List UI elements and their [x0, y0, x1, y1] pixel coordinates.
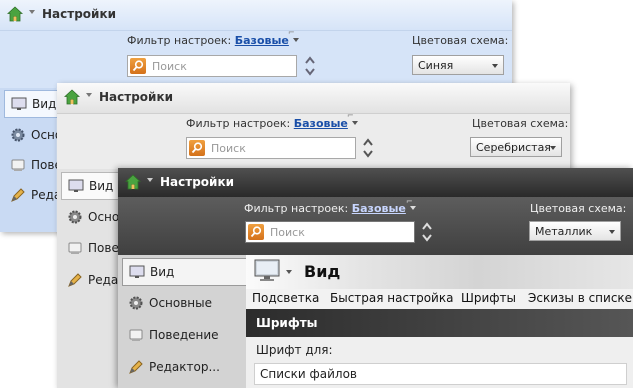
chevron-down-icon[interactable] [29, 10, 35, 14]
search-placeholder: Поиск [211, 142, 246, 155]
monitor-icon [11, 97, 27, 110]
font-for-label: Шрифт для: [256, 343, 333, 357]
tab-quick-setup[interactable]: Быстрая настройка [330, 291, 453, 305]
tab-highlight[interactable]: Подсветка [252, 291, 319, 305]
editor-pencil-icon [11, 188, 25, 202]
sidebar-item-label: Редактор... [149, 360, 220, 374]
title-bar: Настройки [0, 0, 512, 31]
home-icon[interactable] [7, 6, 23, 22]
color-scheme-value: Синяя [418, 59, 454, 72]
gear-icon [68, 210, 82, 224]
monitor-icon [129, 265, 145, 278]
chevron-down-icon[interactable] [86, 93, 92, 97]
filter-link[interactable]: Базовые [235, 34, 289, 47]
toolbar-area: Фильтр настроек: Базовые ⌐ Цветовая схем… [118, 197, 633, 255]
behavior-icon [11, 159, 25, 171]
monitor-icon [254, 259, 280, 281]
tab-thumbnails[interactable]: Эскизы в списке [528, 291, 632, 305]
color-scheme-select[interactable]: Серебристая [470, 137, 562, 157]
chevron-down-icon[interactable] [409, 206, 416, 210]
sidebar-item-label: Вид [150, 265, 175, 279]
list-item-label: Списки файлов [260, 367, 357, 381]
sidebar: Вид Осно Пове Редак [57, 169, 126, 388]
window-title: Настройки [99, 90, 174, 104]
color-scheme-label: Цветовая схема: [472, 117, 569, 130]
sidebar-item-label: Вид [89, 179, 114, 193]
search-input[interactable]: Поиск [186, 137, 356, 159]
section-header: Шрифты [246, 309, 633, 337]
window-title: Настройки [160, 175, 235, 189]
filter-label: Фильтр настроек: Базовые [244, 202, 416, 215]
tab-fonts[interactable]: Шрифты [461, 291, 516, 305]
sidebar-item-label: Поведение [149, 328, 219, 342]
search-input[interactable]: Поиск [245, 221, 415, 243]
color-scheme-select[interactable]: Синяя [412, 55, 504, 75]
search-icon[interactable] [130, 58, 146, 74]
up-down-arrows-icon[interactable] [362, 137, 374, 159]
color-scheme-label: Цветовая схема: [412, 34, 509, 47]
filter-label-text: Фильтр настроек: [244, 202, 349, 215]
sidebar-item-label: Основные [149, 296, 213, 310]
list-item[interactable]: Списки файлов [254, 363, 627, 385]
behavior-icon [129, 329, 143, 341]
search-placeholder: Поиск [270, 226, 305, 239]
sidebar-item-label: Пове [88, 241, 119, 255]
pin-icon[interactable]: ⌐ [406, 198, 413, 206]
chevron-down-icon[interactable] [292, 38, 299, 42]
color-scheme-value: Металлик [535, 225, 593, 238]
settings-window-metallic: Настройки Фильтр настроек: Базовые ⌐ Цве… [118, 168, 633, 388]
search-placeholder: Поиск [152, 60, 187, 73]
sidebar-item-label: Вид [32, 97, 57, 111]
sidebar-item-view[interactable]: Вид [61, 172, 120, 200]
tab-strip: Подсветка Быстрая настройка Шрифты Эскиз… [246, 289, 633, 309]
title-bar: Настройки [57, 83, 570, 114]
chevron-down-icon [609, 230, 615, 234]
chevron-down-icon [550, 146, 556, 150]
color-scheme-select[interactable]: Металлик [529, 221, 621, 241]
search-icon[interactable] [189, 140, 205, 156]
gear-icon [129, 296, 143, 310]
section-title: Шрифты [256, 316, 318, 330]
editor-pencil-icon [68, 273, 82, 287]
chevron-down-icon[interactable] [351, 121, 358, 125]
search-icon[interactable] [248, 224, 264, 240]
filter-label: Фильтр настроек: Базовые [186, 117, 358, 130]
chevron-down-icon[interactable] [147, 178, 153, 182]
pin-icon[interactable]: ⌐ [347, 112, 354, 120]
up-down-arrows-icon[interactable] [304, 55, 316, 77]
chevron-down-icon [492, 64, 498, 68]
title-bar: Настройки [118, 168, 633, 198]
pin-icon[interactable]: ⌐ [288, 29, 295, 37]
filter-label: Фильтр настроек: Базовые [127, 34, 299, 47]
editor-pencil-icon [129, 360, 143, 374]
filter-label-text: Фильтр настроек: [127, 34, 232, 47]
filter-link[interactable]: Базовые [294, 117, 348, 130]
color-scheme-value: Серебристая [476, 141, 551, 154]
filter-label-text: Фильтр настроек: [186, 117, 291, 130]
search-input[interactable]: Поиск [127, 55, 297, 77]
home-icon[interactable] [125, 174, 141, 190]
behavior-icon [68, 242, 82, 254]
color-scheme-label: Цветовая схема: [530, 202, 627, 215]
sidebar-item-label: Осно [88, 210, 120, 224]
page-header: Вид [246, 255, 633, 289]
chevron-down-icon[interactable] [286, 270, 292, 274]
page-title: Вид [304, 262, 341, 281]
home-icon[interactable] [64, 89, 80, 105]
monitor-icon [68, 179, 84, 192]
content-area: Шрифт для: Списки файлов [246, 337, 633, 388]
sidebar-item-view[interactable]: Вид [4, 90, 57, 118]
sidebar: Вид Основные Поведение Редактор... [118, 255, 247, 388]
filter-link[interactable]: Базовые [352, 202, 406, 215]
window-title: Настройки [42, 7, 117, 21]
gear-icon [11, 128, 25, 142]
up-down-arrows-icon[interactable] [421, 221, 433, 243]
sidebar: Вид Осно Пове Реда [0, 88, 62, 232]
sidebar-item-view[interactable]: Вид [122, 258, 247, 286]
